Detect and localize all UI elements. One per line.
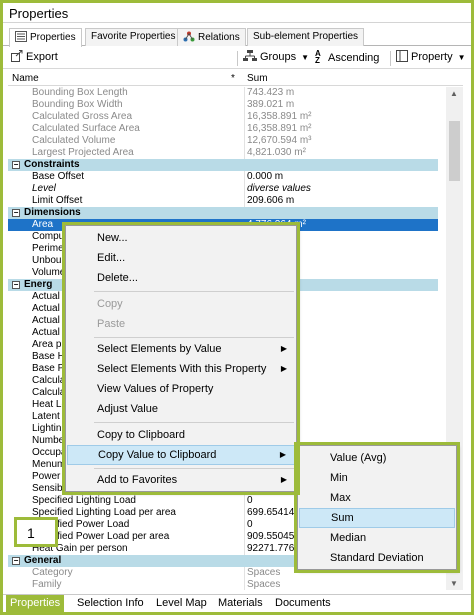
relations-icon [183, 31, 195, 42]
property-list-icon [396, 50, 408, 65]
property-name: Bounding Box Length [32, 87, 128, 98]
column-asterisk-header[interactable]: * [231, 73, 235, 84]
property-name: Dimensions [24, 207, 81, 218]
group-header-row[interactable]: − Constraints [8, 159, 438, 171]
properties-icon [15, 31, 27, 42]
property-row[interactable]: Bounding Box Length 743.423 m [8, 87, 438, 99]
bottom-tab-properties[interactable]: Properties [6, 595, 65, 613]
property-name: Calculated Gross Area [32, 111, 133, 122]
property-name: Specified Lighting Load [32, 495, 136, 506]
property-value: 4,821.030 m² [247, 147, 306, 158]
property-value: 389.021 m [247, 99, 295, 110]
property-value: 0 [247, 495, 253, 506]
property-name: Base Offset [32, 171, 85, 182]
property-row[interactable]: Largest Projected Area 4,821.030 m² [8, 147, 438, 159]
tab-label: Relations [198, 32, 240, 43]
property-name: Specified Power Load per area [32, 531, 170, 542]
property-row[interactable]: Calculated Volume 12,670.594 m³ [8, 135, 438, 147]
highlight-frame-submenu [294, 442, 460, 573]
property-name: Family [32, 579, 62, 590]
property-value: 743.423 m [247, 87, 295, 98]
export-icon [11, 50, 23, 65]
property-label: Property [411, 51, 453, 63]
tab-label: Favorite Properties [91, 31, 176, 42]
tab-properties[interactable]: Properties [9, 28, 82, 47]
property-name: Constraints [24, 159, 80, 170]
tab-label: Sub-element Properties [253, 31, 359, 42]
property-value: Spaces [247, 567, 281, 578]
sort-label: Ascending [328, 52, 380, 64]
property-row[interactable]: Calculated Gross Area 16,358.891 m² [8, 111, 438, 123]
bottom-tab-strip: Properties Selection Info Level Map Mate… [3, 594, 471, 613]
tab-label: Properties [30, 32, 76, 43]
property-value: 699.65414 [247, 507, 295, 518]
group-header-row[interactable]: − Dimensions [8, 207, 438, 219]
title-bar: Properties [3, 3, 471, 23]
property-name: General [24, 555, 62, 566]
toolbar-separator [237, 51, 238, 66]
bottom-tab-level-map[interactable]: Level Map [152, 597, 211, 612]
groups-icon [243, 50, 257, 65]
groups-button[interactable]: Groups ▼ [243, 50, 309, 65]
column-name-header[interactable]: Name [12, 73, 39, 84]
property-row[interactable]: Bounding Box Width 389.021 m [8, 99, 438, 111]
property-name: Bounding Box Width [32, 99, 123, 110]
property-row[interactable]: Family Spaces [8, 579, 438, 590]
window-title: Properties [9, 6, 69, 21]
property-name: Level [32, 183, 56, 194]
collapse-toggle-icon[interactable]: − [12, 209, 20, 217]
property-value: 0 [247, 519, 253, 530]
property-name: Heat Gain per person [32, 543, 128, 554]
bottom-tab-selection-info[interactable]: Selection Info [73, 597, 148, 612]
toolbar-separator [390, 51, 391, 66]
collapse-toggle-icon[interactable]: − [12, 557, 20, 565]
column-header: Name * Sum [8, 71, 463, 86]
property-value: 92271.776 [247, 543, 295, 554]
tab-favorite-properties[interactable]: Favorite Properties [85, 28, 182, 46]
property-name: Largest Projected Area [32, 147, 134, 158]
tab-relations[interactable]: Relations [177, 28, 246, 46]
property-button[interactable]: Property ▼ [396, 50, 466, 65]
tab-sub-element-properties[interactable]: Sub-element Properties [247, 28, 365, 46]
property-value: diverse values [247, 183, 311, 194]
property-value: Spaces [247, 579, 281, 590]
property-value: 16,358.891 m² [247, 111, 312, 122]
chevron-down-icon: ▼ [301, 53, 310, 62]
sort-ascending-icon: AZ [315, 49, 321, 65]
property-value: 0.000 m [247, 171, 284, 182]
property-name: Calculated Surface Area [32, 123, 140, 134]
groups-label: Groups [260, 51, 297, 63]
property-row[interactable]: Calculated Surface Area 16,358.891 m² [8, 123, 438, 135]
property-name: Category [32, 567, 73, 578]
column-sum-header[interactable]: Sum [247, 73, 268, 84]
scroll-down-icon[interactable]: ▼ [450, 579, 458, 588]
property-name: Limit Offset [32, 195, 83, 206]
property-value: 909.55045 [247, 531, 295, 542]
toolbar: Export Groups ▼ A Z Ascending Property ▼ [3, 47, 471, 69]
property-row[interactable]: Limit Offset 209.606 m [8, 195, 438, 207]
property-value: 16,358.891 m² [247, 123, 312, 134]
scroll-up-icon[interactable]: ▲ [450, 89, 458, 98]
property-name: Specified Lighting Load per area [32, 507, 176, 518]
property-name: Calculated Volume [32, 135, 116, 146]
chevron-down-icon: ▼ [457, 53, 466, 62]
tab-strip: Properties Favorite Properties Relations… [3, 26, 471, 47]
property-name: Specified Power Load [32, 519, 130, 530]
bottom-tab-materials[interactable]: Materials [214, 597, 267, 612]
collapse-toggle-icon[interactable]: − [12, 281, 20, 289]
step-badge: 1 [14, 517, 58, 547]
export-label: Export [26, 51, 58, 63]
property-value: 209.606 m [247, 195, 295, 206]
property-value: 12,670.594 m³ [247, 135, 312, 146]
bottom-tab-documents[interactable]: Documents [271, 597, 335, 612]
property-row[interactable]: Base Offset 0.000 m [8, 171, 438, 183]
sort-ascending-button[interactable]: A Z Ascending [315, 49, 380, 65]
highlight-frame-menu [62, 222, 300, 495]
scrollbar-thumb[interactable] [449, 121, 460, 181]
property-row[interactable]: Level diverse values [8, 183, 438, 195]
collapse-toggle-icon[interactable]: − [12, 161, 20, 169]
export-button[interactable]: Export [11, 50, 58, 65]
